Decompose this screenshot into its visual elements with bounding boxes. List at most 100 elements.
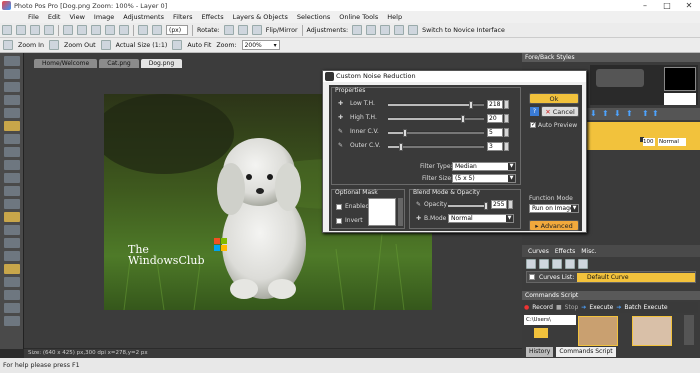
curves-list-checkbox[interactable] (529, 274, 535, 280)
batch-execute-button[interactable]: Batch Execute (624, 304, 667, 311)
auto-fit-icon[interactable] (172, 40, 183, 50)
inner-cv-value[interactable]: 5 (487, 128, 503, 137)
path-field[interactable]: C:\Users\ (524, 315, 576, 325)
rotate-right-icon[interactable] (237, 25, 248, 35)
zoom-tool-icon[interactable] (4, 303, 20, 313)
arrow-up-4-icon[interactable]: ⬆ (652, 109, 659, 118)
select-tool-icon[interactable] (4, 56, 20, 66)
thumbnail-scroll[interactable] (684, 315, 694, 345)
mask-preview[interactable] (368, 198, 396, 226)
zoom-in-icon[interactable] (3, 40, 13, 50)
blur-tool-icon[interactable] (4, 251, 20, 261)
help-icon[interactable]: ? (530, 107, 539, 116)
flip-icon[interactable] (251, 25, 262, 35)
menu-file[interactable]: File (28, 13, 39, 21)
menu-image[interactable]: Image (94, 13, 114, 21)
tab-commands-script[interactable]: Commands Script (556, 347, 616, 357)
close-button[interactable]: ✕ (678, 0, 700, 11)
tab-home-welcome[interactable]: Home/Welcome (34, 59, 98, 68)
pencil-tool-icon[interactable] (4, 134, 20, 144)
cut-icon[interactable] (63, 25, 73, 35)
low-th-slider[interactable] (388, 101, 484, 109)
zoom-select[interactable]: 200% ▾ (241, 40, 280, 50)
outer-cv-thumb[interactable] (399, 143, 404, 151)
redo-icon[interactable] (119, 25, 129, 35)
cancel-button[interactable]: ✕ Cancel (541, 106, 579, 117)
outer-cv-spinner[interactable] (504, 142, 509, 151)
default-curve-item[interactable]: Default Curve (577, 273, 695, 282)
fill-tool-icon[interactable] (4, 160, 20, 170)
grid-icon[interactable] (138, 25, 148, 35)
menu-adjustments[interactable]: Adjustments (123, 13, 164, 21)
filter-size-select[interactable]: (5 x 5) ▼ (452, 174, 516, 183)
tab-effects[interactable]: Effects (555, 248, 575, 255)
color-swatch-icon[interactable] (4, 316, 20, 326)
menu-effects[interactable]: Effects (201, 13, 223, 21)
menu-help[interactable]: Help (387, 13, 402, 21)
gradient-tool-icon[interactable] (4, 212, 20, 222)
ok-button[interactable]: Ok (529, 93, 579, 104)
zoom-out-icon[interactable] (49, 40, 60, 50)
text-tool-icon[interactable] (4, 173, 20, 183)
rotate-left-icon[interactable] (223, 25, 234, 35)
menu-layers-objects[interactable]: Layers & Objects (233, 13, 288, 21)
folder-icon[interactable] (534, 328, 548, 338)
new-curve-icon[interactable] (526, 259, 536, 269)
tab-history[interactable]: History (526, 347, 554, 357)
low-th-value[interactable]: 218 (487, 100, 503, 109)
high-th-spinner[interactable] (504, 114, 509, 123)
actual-size-button[interactable]: Actual Size (1:1) (116, 42, 168, 49)
thumbnail-1[interactable] (578, 316, 618, 346)
ruler-icon[interactable] (152, 25, 162, 35)
zoom-out-button[interactable]: Zoom Out (64, 42, 96, 49)
zoom-in-button[interactable]: Zoom In (18, 42, 44, 49)
auto-fit-button[interactable]: Auto Fit (187, 42, 211, 49)
opacity-value[interactable]: 255 (491, 200, 507, 209)
inner-cv-spinner[interactable] (504, 128, 509, 137)
arrow-up-3-icon[interactable]: ⬆ (642, 109, 649, 118)
dodge-tool-icon[interactable] (4, 264, 20, 274)
brightness-icon[interactable] (352, 25, 363, 35)
undo-icon[interactable] (105, 25, 115, 35)
menu-edit[interactable]: Edit (48, 13, 61, 21)
paste-icon[interactable] (91, 25, 101, 35)
outer-cv-value[interactable]: 3 (487, 142, 503, 151)
thumbnail-2[interactable] (632, 316, 672, 346)
menu-view[interactable]: View (69, 13, 84, 21)
high-th-slider[interactable] (388, 115, 484, 123)
smudge-tool-icon[interactable] (4, 238, 20, 248)
stop-button[interactable]: Stop (565, 304, 579, 311)
minimize-button[interactable]: – (634, 0, 656, 11)
tab-cat[interactable]: Cat.png (99, 59, 139, 68)
crop-tool-icon[interactable] (4, 108, 20, 118)
high-th-thumb[interactable] (460, 115, 465, 123)
swap-colors-icon[interactable] (596, 69, 644, 87)
burn-tool-icon[interactable] (4, 277, 20, 287)
inner-cv-thumb[interactable] (403, 129, 408, 137)
layer-opacity-value[interactable]: 100 (643, 138, 655, 146)
tab-dog[interactable]: Dog.png (140, 59, 183, 68)
flip-mirror-button[interactable]: Flip/Mirror (266, 27, 298, 34)
novice-icon[interactable] (408, 25, 419, 35)
actual-size-icon[interactable] (100, 40, 111, 50)
outer-cv-slider[interactable] (388, 143, 484, 151)
dropper-tool-icon[interactable] (4, 225, 20, 235)
low-th-spinner[interactable] (504, 100, 509, 109)
execute-button[interactable]: Execute (589, 304, 613, 311)
eraser-tool-icon[interactable] (4, 147, 20, 157)
apply-curve-icon[interactable] (565, 259, 575, 269)
background-swatch[interactable] (664, 93, 696, 105)
menu-online-tools[interactable]: Online Tools (339, 13, 378, 21)
menu-selections[interactable]: Selections (297, 13, 330, 21)
auto-preview-checkbox[interactable]: ✓ (530, 121, 536, 128)
arrow-down-2-icon[interactable]: ⬇ (614, 109, 621, 118)
opacity-thumb[interactable] (484, 202, 488, 210)
arrow-up-icon[interactable]: ⬆ (602, 109, 609, 118)
foreground-swatch[interactable] (664, 67, 696, 91)
copy-icon[interactable] (77, 25, 87, 35)
shape-tool-icon[interactable] (4, 186, 20, 196)
layer-row[interactable]: 100 Normal (586, 122, 700, 150)
unit-select[interactable]: (px) (166, 25, 188, 35)
save-curve-icon[interactable] (552, 259, 562, 269)
opacity-spinner[interactable] (508, 200, 513, 209)
